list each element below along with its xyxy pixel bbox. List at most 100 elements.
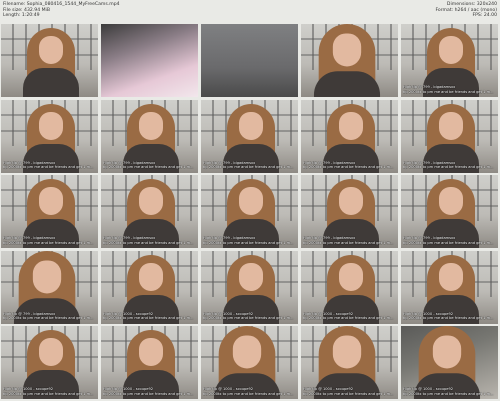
person-figure — [313, 24, 381, 97]
tip-line: tip 2000tx to pm me and be friends and g… — [3, 165, 94, 170]
tip-line: tip 2000tx to pm me and be friends and g… — [203, 240, 294, 245]
tip-line: tip 2000tx to pm me and be friends and g… — [103, 165, 194, 170]
face-shape — [339, 111, 363, 140]
video-thumbnail: High tip @ 799 - bigadamsxx tip 2000tx to… — [301, 175, 398, 248]
tip-overlay-text: High tip @ 1000 - scoupe92 tip 2000tx to … — [103, 312, 198, 321]
video-thumbnail: High tip @ 799 - bigadamsxx tip 2000tx to… — [1, 250, 98, 324]
tip-line: tip 2000tx to pm me and be friends and g… — [203, 391, 294, 396]
video-thumbnail: High tip @ 1000 - scoupe92 tip 2000tx to … — [401, 250, 498, 324]
video-thumbnail: High tip @ 799 - bigadamsxx tip 2000tx to… — [401, 24, 498, 97]
file-info-right: Dimensions: 320x240 Format: h264 / aac (… — [435, 2, 497, 19]
video-thumbnail: High tip @ 799 - bigadamsxx tip 2000tx to… — [1, 99, 98, 173]
tip-line: tip 2000tx to pm me and be friends and g… — [103, 391, 194, 396]
tip-overlay-text: High tip @ 799 - bigadamsxx tip 2000tx to… — [103, 161, 198, 170]
tip-line: tip 2000tx to pm me and be friends and g… — [303, 316, 394, 321]
tip-overlay-text: High tip @ 1000 - scoupe92 tip 2000tx to … — [403, 312, 498, 321]
tip-line: tip 2000tx to pm me and be friends and g… — [3, 316, 94, 321]
face-shape — [232, 335, 262, 369]
tip-line: tip 2000tx to pm me and be friends and g… — [203, 165, 294, 170]
face-shape — [39, 111, 63, 140]
tip-overlay-text: High tip @ 799 - bigadamsxx tip 2000tx to… — [3, 161, 98, 170]
video-thumbnail: High tip @ 799 - bigadamsxx tip 2000tx to… — [401, 99, 498, 173]
video-thumbnail — [201, 24, 298, 97]
video-thumbnail: High tip @ 799 - bigadamsxx tip 2000tx to… — [101, 175, 198, 248]
filename-text: Filename: Sophia_080416_1544_MyFreeCams.… — [3, 2, 120, 7]
tip-line: tip 2000tx to pm me and be friends and g… — [203, 316, 294, 321]
face-shape — [439, 187, 463, 215]
fps-text: FPS: 24.00 — [472, 13, 498, 19]
tip-overlay-text: High tip @ 799 - bigadamsxx tip 2000tx to… — [403, 85, 498, 94]
face-shape — [139, 262, 163, 291]
length-text: Length: 1:20:49 — [3, 13, 40, 19]
video-thumbnail: High tip @ 799 - bigadamsxx tip 2000tx to… — [1, 175, 98, 248]
video-thumbnail: High tip @ 1000 - scoupe92 tip 2000tx to … — [1, 326, 98, 399]
face-shape — [432, 335, 462, 369]
video-thumbnail: High tip @ 1000 - scoupe92 tip 2000tx to … — [401, 326, 498, 399]
video-thumbnail: High tip @ 1000 - scoupe92 tip 2000tx to … — [301, 250, 398, 324]
tip-overlay-text: High tip @ 1000 - scoupe92 tip 2000tx to … — [3, 387, 98, 396]
face-shape — [339, 187, 363, 215]
person-figure — [23, 28, 79, 97]
thumbnail-grid: High tip @ 799 - bigadamsxx tip 2000tx to… — [0, 24, 500, 401]
face-shape — [239, 111, 263, 140]
tip-line: tip 2000tx to pm me and be friends and g… — [3, 391, 94, 396]
tip-overlay-text: High tip @ 1000 - scoupe92 tip 2000tx to … — [303, 312, 398, 321]
tip-overlay-text: High tip @ 799 - bigadamsxx tip 2000tx to… — [203, 236, 298, 245]
video-thumbnail: High tip @ 799 - bigadamsxx tip 2000tx to… — [301, 99, 398, 173]
tip-overlay-text: High tip @ 799 - bigadamsxx tip 2000tx to… — [103, 236, 198, 245]
tip-overlay-text: High tip @ 799 - bigadamsxx tip 2000tx to… — [403, 161, 498, 170]
tip-overlay-text: High tip @ 799 - bigadamsxx tip 2000tx to… — [303, 161, 398, 170]
tip-line: tip 2000tx to pm me and be friends and g… — [403, 165, 494, 170]
body-shape — [23, 68, 79, 97]
tip-line: tip 2000tx to pm me and be friends and g… — [403, 240, 494, 245]
face-shape — [139, 187, 163, 215]
tip-line: tip 2000tx to pm me and be friends and g… — [303, 240, 394, 245]
tip-line: tip 2000tx to pm me and be friends and g… — [103, 240, 194, 245]
face-shape — [139, 111, 163, 140]
tip-line: tip 2000tx to pm me and be friends and g… — [103, 316, 194, 321]
tip-overlay-text: High tip @ 1000 - scoupe92 tip 2000tx to … — [303, 387, 398, 396]
face-shape — [39, 36, 63, 64]
tip-line: tip 2000tx to pm me and be friends and g… — [403, 391, 494, 396]
tip-line: tip 2000tx to pm me and be friends and g… — [3, 240, 94, 245]
face-shape — [39, 187, 63, 215]
video-thumbnail: High tip @ 1000 - scoupe92 tip 2000tx to … — [101, 326, 198, 399]
face-shape — [239, 262, 263, 291]
tip-line: tip 2000tx to pm me and be friends and g… — [403, 316, 494, 321]
face-shape — [439, 262, 463, 291]
tip-line: tip 2000tx to pm me and be friends and g… — [403, 89, 494, 94]
video-thumbnail: High tip @ 1000 - scoupe92 tip 2000tx to … — [301, 326, 398, 399]
tip-overlay-text: High tip @ 799 - bigadamsxx tip 2000tx to… — [3, 312, 98, 321]
face-shape — [39, 338, 63, 366]
tip-overlay-text: High tip @ 1000 - scoupe92 tip 2000tx to … — [203, 387, 298, 396]
video-thumbnail — [301, 24, 398, 97]
face-shape — [332, 33, 362, 67]
contact-sheet: Filename: Sophia_080416_1544_MyFreeCams.… — [0, 0, 500, 401]
file-info-left: Filename: Sophia_080416_1544_MyFreeCams.… — [3, 2, 120, 19]
tip-overlay-text: High tip @ 1000 - scoupe92 tip 2000tx to … — [203, 312, 298, 321]
tip-overlay-text: High tip @ 799 - bigadamsxx tip 2000tx to… — [3, 236, 98, 245]
file-info-header: Filename: Sophia_080416_1544_MyFreeCams.… — [0, 0, 500, 23]
tip-overlay-text: High tip @ 799 - bigadamsxx tip 2000tx to… — [203, 161, 298, 170]
tip-overlay-text: High tip @ 1000 - scoupe92 tip 2000tx to … — [403, 387, 498, 396]
face-shape — [32, 259, 62, 293]
face-shape — [339, 262, 363, 291]
video-thumbnail: High tip @ 1000 - scoupe92 tip 2000tx to … — [101, 250, 198, 324]
video-thumbnail: High tip @ 1000 - scoupe92 tip 2000tx to … — [201, 250, 298, 324]
face-shape — [239, 187, 263, 215]
video-thumbnail — [101, 24, 198, 97]
tip-overlay-text: High tip @ 799 - bigadamsxx tip 2000tx to… — [303, 236, 398, 245]
face-shape — [439, 36, 463, 64]
thumbnail-background — [201, 24, 298, 97]
tip-overlay-text: High tip @ 799 - bigadamsxx tip 2000tx to… — [403, 236, 498, 245]
thumbnail-background — [101, 24, 198, 97]
video-thumbnail: High tip @ 799 - bigadamsxx tip 2000tx to… — [401, 175, 498, 248]
tip-line: tip 2000tx to pm me and be friends and g… — [303, 391, 394, 396]
video-thumbnail — [1, 24, 98, 97]
tip-overlay-text: High tip @ 1000 - scoupe92 tip 2000tx to … — [103, 387, 198, 396]
body-shape — [313, 71, 381, 97]
video-thumbnail: High tip @ 799 - bigadamsxx tip 2000tx to… — [101, 99, 198, 173]
video-thumbnail: High tip @ 799 - bigadamsxx tip 2000tx to… — [201, 175, 298, 248]
video-thumbnail: High tip @ 1000 - scoupe92 tip 2000tx to … — [201, 326, 298, 399]
face-shape — [332, 335, 362, 369]
